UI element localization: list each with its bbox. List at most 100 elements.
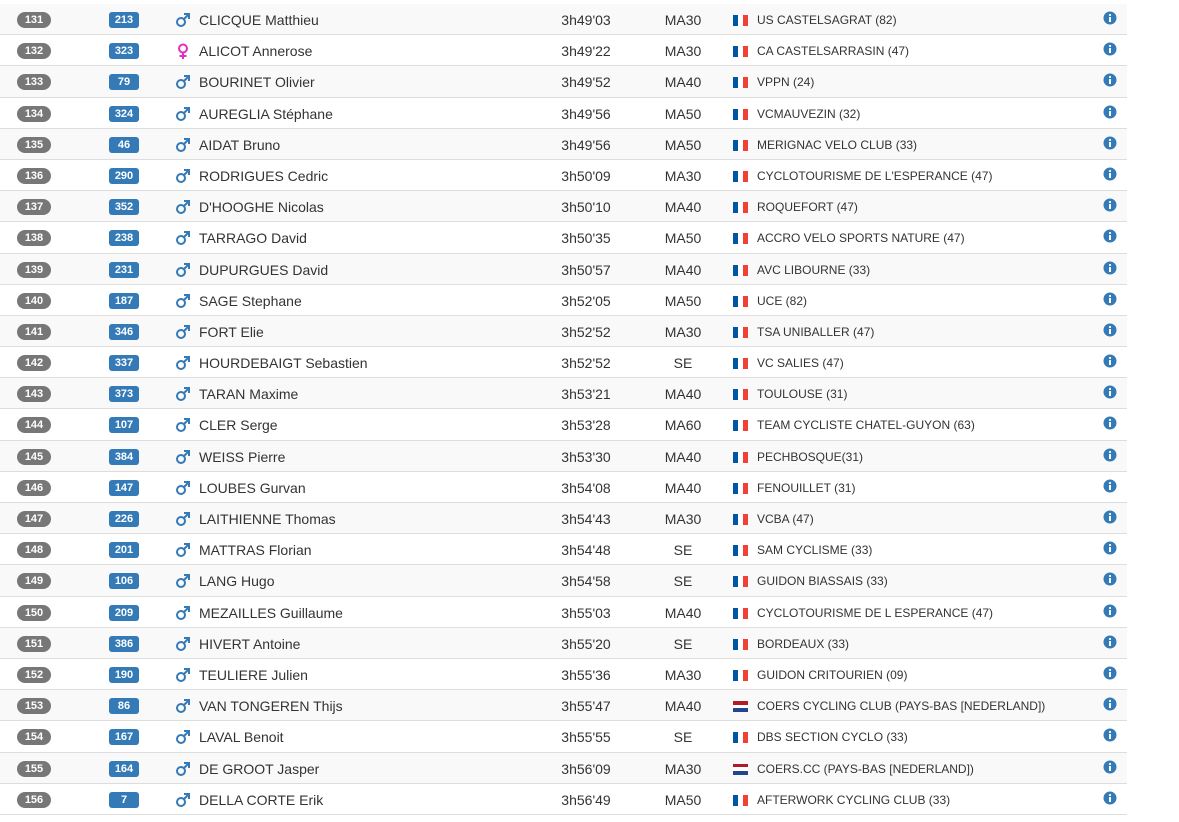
finish-time: 3h50'09 — [561, 167, 611, 184]
table-row[interactable]: 132 323 ALICOT Annerose 3h49'22 MA30 CA … — [0, 35, 1127, 67]
male-icon — [174, 572, 192, 590]
male-icon — [174, 385, 192, 403]
table-row[interactable]: 141 346 FORT Elie 3h52'52 MA30 TSA UNIBA… — [0, 315, 1127, 348]
male-icon — [174, 229, 192, 247]
info-icon[interactable] — [1103, 541, 1117, 555]
table-row[interactable]: 152 190 TEULIERE Julien 3h55'36 MA30 GUI… — [0, 658, 1127, 691]
table-row[interactable]: 148 201 MATTRAS Florian 3h54'48 SE SAM C… — [0, 534, 1127, 566]
position-badge: 154 — [17, 729, 51, 746]
position-badge: 141 — [17, 323, 51, 340]
finish-time: 3h55'55 — [561, 729, 611, 746]
info-icon[interactable] — [1103, 323, 1117, 337]
table-row[interactable]: 147 226 LAITHIENNE Thomas 3h54'43 MA30 V… — [0, 503, 1127, 535]
info-icon[interactable] — [1103, 479, 1117, 493]
france-flag-icon — [733, 15, 748, 26]
table-row[interactable]: 145 384 WEISS Pierre 3h53'30 MA40 PECHBO… — [0, 440, 1127, 472]
club-name: UCE (82) — [757, 293, 808, 308]
position-badge: 139 — [17, 261, 51, 278]
info-icon[interactable] — [1103, 198, 1117, 212]
info-icon[interactable] — [1103, 572, 1117, 586]
info-icon[interactable] — [1103, 354, 1117, 368]
male-icon — [174, 635, 192, 653]
table-row[interactable]: 140 187 SAGE Stephane 3h52'05 MA50 UCE (… — [0, 284, 1127, 316]
info-icon[interactable] — [1103, 728, 1117, 742]
male-icon — [174, 136, 192, 154]
table-row[interactable]: 136 290 RODRIGUES Cedric 3h50'09 MA30 CY… — [0, 159, 1127, 192]
info-icon[interactable] — [1103, 760, 1117, 774]
info-icon[interactable] — [1103, 604, 1117, 618]
info-icon[interactable] — [1103, 791, 1117, 805]
info-icon[interactable] — [1103, 136, 1117, 150]
info-icon[interactable] — [1103, 385, 1117, 399]
info-icon[interactable] — [1103, 167, 1117, 181]
finish-time: 3h49'56 — [561, 105, 611, 122]
table-row[interactable]: 156 7 DELLA CORTE Erik 3h56'49 MA50 AFTE… — [0, 783, 1127, 815]
table-row[interactable]: 149 106 LANG Hugo 3h54'58 SE GUIDON BIAS… — [0, 565, 1127, 597]
table-row[interactable]: 153 86 VAN TONGEREN Thijs 3h55'47 MA40 C… — [0, 690, 1127, 722]
category: MA40 — [664, 261, 702, 278]
table-row[interactable]: 146 147 LOUBES Gurvan 3h54'08 MA40 FENOU… — [0, 471, 1127, 503]
info-icon[interactable] — [1103, 510, 1117, 524]
table-row[interactable]: 138 238 TARRAGO David 3h50'35 MA50 ACCRO… — [0, 222, 1127, 254]
finish-time: 3h53'30 — [561, 448, 611, 465]
category: SE — [673, 542, 693, 559]
france-flag-icon — [733, 451, 748, 463]
position-badge: 148 — [17, 542, 51, 559]
table-row[interactable]: 154 167 LAVAL Benoit 3h55'55 SE DBS SECT… — [0, 721, 1127, 753]
france-flag-icon — [733, 794, 748, 806]
info-icon[interactable] — [1103, 635, 1117, 649]
position-badge: 135 — [17, 136, 51, 153]
france-flag-icon — [733, 326, 748, 338]
finish-time: 3h55'47 — [561, 698, 611, 715]
position-badge: 143 — [17, 386, 51, 403]
position-badge: 133 — [17, 74, 51, 91]
france-flag-icon — [733, 482, 748, 494]
male-icon — [174, 697, 192, 715]
france-flag-icon — [733, 732, 748, 744]
info-icon[interactable] — [1103, 105, 1117, 119]
info-icon[interactable] — [1103, 229, 1117, 243]
france-flag-icon — [733, 669, 748, 681]
table-row[interactable]: 135 46 AIDAT Bruno 3h49'56 MA50 MERIGNAC… — [0, 128, 1127, 160]
info-icon[interactable] — [1103, 73, 1117, 87]
rider-name: WEISS Pierre — [199, 448, 286, 465]
male-icon — [174, 323, 192, 341]
info-icon[interactable] — [1103, 448, 1117, 462]
finish-time: 3h55'03 — [561, 604, 611, 621]
club-name: COERS.CC (PAYS-BAS [NEDERLAND]) — [757, 761, 974, 776]
finish-time: 3h49'22 — [561, 43, 611, 60]
table-row[interactable]: 142 337 HOURDEBAIGT Sebastien 3h52'52 SE… — [0, 347, 1127, 379]
rider-name: VAN TONGEREN Thijs — [199, 698, 343, 715]
table-row[interactable]: 139 231 DUPURGUES David 3h50'57 MA40 AVC… — [0, 253, 1127, 285]
table-row[interactable]: 144 107 CLER Serge 3h53'28 MA60 TEAM CYC… — [0, 409, 1127, 441]
position-badge: 156 — [17, 791, 51, 808]
club-name: TSA UNIBALLER (47) — [757, 324, 875, 339]
info-icon[interactable] — [1103, 697, 1117, 711]
position-badge: 153 — [17, 698, 51, 715]
table-row[interactable]: 155 164 DE GROOT Jasper 3h56'09 MA30 COE… — [0, 752, 1127, 784]
info-icon[interactable] — [1103, 42, 1117, 56]
rider-name: DELLA CORTE Erik — [199, 791, 324, 808]
table-row[interactable]: 137 352 D'HOOGHE Nicolas 3h50'10 MA40 RO… — [0, 191, 1127, 223]
table-row[interactable]: 151 386 HIVERT Antoine 3h55'20 SE BORDEA… — [0, 627, 1127, 659]
table-row[interactable]: 143 373 TARAN Maxime 3h53'21 MA40 TOULOU… — [0, 378, 1127, 410]
france-flag-icon — [733, 233, 748, 245]
info-icon[interactable] — [1103, 416, 1117, 430]
rider-name: TARRAGO David — [199, 230, 307, 247]
rider-name: AUREGLIA Stéphane — [199, 105, 333, 122]
info-icon[interactable] — [1103, 11, 1117, 25]
bib-badge: 46 — [109, 136, 139, 153]
table-row[interactable]: 131 213 CLICQUE Matthieu 3h49'03 MA30 US… — [0, 4, 1127, 36]
rider-name: MEZAILLES Guillaume — [199, 604, 343, 621]
info-icon[interactable] — [1103, 666, 1117, 680]
category: MA30 — [664, 666, 702, 683]
table-row[interactable]: 134 324 AUREGLIA Stéphane 3h49'56 MA50 V… — [0, 97, 1127, 129]
table-row[interactable]: 150 209 MEZAILLES Guillaume 3h55'03 MA40… — [0, 596, 1127, 628]
position-badge: 138 — [17, 230, 51, 247]
info-icon[interactable] — [1103, 261, 1117, 275]
info-icon[interactable] — [1103, 292, 1117, 306]
club-name: ACCRO VELO SPORTS NATURE (47) — [757, 231, 965, 246]
table-row[interactable]: 133 79 BOURINET Olivier 3h49'52 MA40 VPP… — [0, 66, 1127, 98]
category: SE — [673, 573, 693, 590]
rider-name: DE GROOT Jasper — [199, 760, 320, 777]
